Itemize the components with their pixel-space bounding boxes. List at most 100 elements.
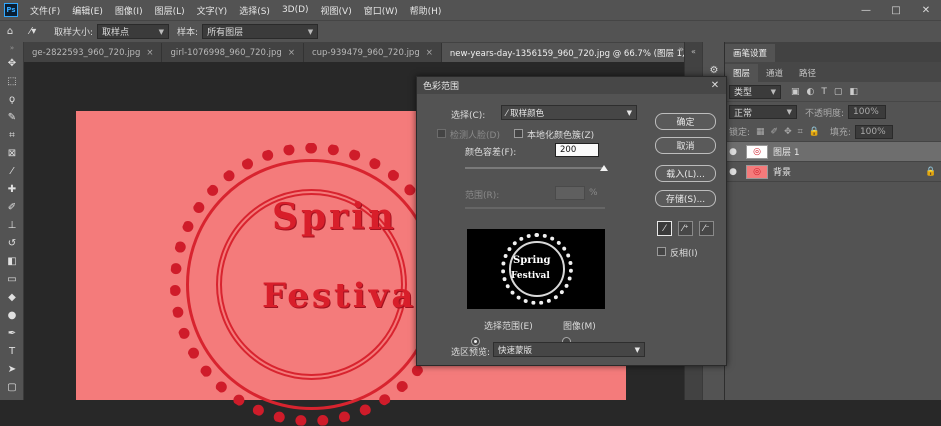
document-tabs: ge-2822593_960_720.jpg × girl-1076998_96…: [24, 42, 754, 62]
sample-value: 所有图层: [207, 28, 244, 38]
eyedropper-tool-icon[interactable]: ⁄: [0, 162, 24, 180]
lock-icons[interactable]: ▦✐✥⌗🔒: [756, 127, 826, 137]
photoshop-logo: Ps: [4, 3, 18, 17]
localized-color-clusters-checkbox[interactable]: [514, 129, 523, 138]
close-icon[interactable]: ✕: [704, 77, 726, 94]
range-slider-track[interactable]: [465, 207, 605, 209]
doc-tab[interactable]: cup-939479_960_720.jpg ×: [303, 43, 442, 62]
pen-tool-icon[interactable]: ✒: [0, 324, 24, 342]
ok-button[interactable]: 确定: [655, 113, 716, 130]
eyedropper-preset-icon[interactable]: ⁄▾: [20, 26, 46, 37]
shape-tool-icon[interactable]: ▢: [0, 378, 24, 396]
menu-window[interactable]: 窗口(W): [358, 4, 404, 17]
close-icon[interactable]: ×: [146, 48, 153, 58]
visibility-eye-icon[interactable]: ●: [725, 147, 741, 157]
menu-bar: Ps 文件(F) 编辑(E) 图像(I) 图层(L) 文字(Y) 选择(S) 3…: [0, 0, 941, 20]
blend-mode-select[interactable]: 正常 ▼: [729, 105, 797, 119]
save-button[interactable]: 存储(S)...: [655, 190, 716, 207]
menu-file[interactable]: 文件(F): [24, 4, 66, 17]
frame-tool-icon[interactable]: ⊠: [0, 144, 24, 162]
fuzziness-input[interactable]: 200: [555, 143, 599, 157]
maximize-button[interactable]: □: [881, 0, 911, 20]
layer-filter-select[interactable]: 类型 ▼: [729, 84, 781, 99]
eyedropper-plus-icon[interactable]: ⁄⁺: [678, 221, 693, 236]
detect-faces-checkbox[interactable]: [437, 129, 446, 138]
sample-select[interactable]: 所有图层 ▼: [202, 24, 319, 39]
sample-label: 样本:: [177, 28, 199, 38]
lock-row: 锁定: ▦✐✥⌗🔒 填充: 100%: [725, 122, 941, 142]
localized-color-clusters-label: 本地化颜色簇(Z): [527, 131, 595, 141]
selection-preview-select[interactable]: 快速蒙版 ▼: [493, 342, 645, 357]
layer-filter-row: 类型 ▼ ▣◐T▢◧: [725, 82, 941, 102]
sample-size-value: 取样点: [102, 28, 130, 38]
eraser-tool-icon[interactable]: ◧: [0, 252, 24, 270]
menu-image[interactable]: 图像(I): [109, 4, 149, 17]
close-icon[interactable]: ×: [426, 48, 433, 58]
home-icon[interactable]: ⌂: [0, 26, 20, 37]
layer-row[interactable]: ● ◎ 图层 1: [725, 142, 941, 162]
collapse-icon[interactable]: «: [685, 47, 702, 56]
select-value: ⁄ 取样颜色: [506, 107, 544, 119]
minimize-button[interactable]: —: [851, 0, 881, 20]
marquee-tool-icon[interactable]: ⬚: [0, 72, 24, 90]
close-window-button[interactable]: ✕: [911, 0, 941, 20]
menu-view[interactable]: 视图(V): [315, 4, 358, 17]
move-tool-icon[interactable]: ✥: [0, 54, 24, 72]
close-icon[interactable]: ×: [288, 48, 295, 58]
path-select-tool-icon[interactable]: ➤: [0, 360, 24, 378]
filter-icons[interactable]: ▣◐T▢◧: [791, 87, 865, 97]
art-word-spring: Sprin: [272, 196, 397, 238]
cancel-button[interactable]: 取消: [655, 137, 716, 154]
visibility-eye-icon[interactable]: ●: [725, 167, 741, 177]
tab-layers[interactable]: 图层: [725, 64, 759, 82]
doc-tab-label: cup-939479_960_720.jpg: [311, 47, 420, 58]
menu-3d[interactable]: 3D(D): [276, 5, 315, 15]
fuzziness-slider-track[interactable]: [465, 167, 605, 169]
menu-type[interactable]: 文字(Y): [191, 4, 234, 17]
fill-input[interactable]: 100%: [854, 124, 893, 139]
invert-checkbox[interactable]: [657, 247, 666, 256]
clone-stamp-tool-icon[interactable]: ⊥: [0, 216, 24, 234]
select-value-text: 取样颜色: [510, 108, 545, 119]
tab-paths[interactable]: 路径: [791, 64, 824, 82]
radio-image-label: 图像(M): [563, 322, 596, 332]
selection-preview-label: 选区预览:: [451, 348, 491, 358]
menu-select[interactable]: 选择(S): [233, 4, 276, 17]
fuzziness-label: 颜色容差(F):: [465, 148, 517, 158]
tab-channels[interactable]: 通道: [758, 64, 791, 82]
history-brush-tool-icon[interactable]: ↺: [0, 234, 24, 252]
brush-tool-icon[interactable]: ✐: [0, 198, 24, 216]
layer-row[interactable]: ● ◎ 背景 🔒: [725, 162, 941, 182]
menu-layer[interactable]: 图层(L): [149, 4, 191, 17]
options-bar: ⌂ ⁄▾ 取样大小: 取样点 ▼ 样本: 所有图层 ▼: [0, 20, 941, 42]
chevron-down-icon: ▼: [786, 108, 792, 116]
range-unit: %: [589, 188, 598, 198]
type-tool-icon[interactable]: T: [0, 342, 24, 360]
menu-help[interactable]: 帮助(H): [404, 4, 448, 17]
fuzziness-slider-thumb[interactable]: [600, 165, 608, 171]
crop-tool-icon[interactable]: ⌗: [0, 126, 24, 144]
chevron-down-icon: ▼: [770, 87, 776, 96]
art-word-festival: Festiva: [262, 276, 417, 316]
gradient-tool-icon[interactable]: ▭: [0, 270, 24, 288]
opacity-input[interactable]: 100%: [848, 105, 887, 119]
collapse-icon[interactable]: »: [0, 42, 24, 54]
sample-size-select[interactable]: 取样点 ▼: [97, 24, 170, 39]
range-input[interactable]: [555, 186, 585, 200]
preview-word-festival: Festival: [511, 271, 550, 281]
chevron-down-icon: ▼: [307, 27, 314, 36]
doc-tab[interactable]: ge-2822593_960_720.jpg ×: [24, 43, 163, 62]
menu-edit[interactable]: 编辑(E): [66, 4, 109, 17]
doc-tab[interactable]: girl-1076998_960_720.jpg ×: [162, 43, 304, 62]
healing-brush-tool-icon[interactable]: ✚: [0, 180, 24, 198]
layers-panel: 画笔设置 图层 通道 路径 类型 ▼ ▣◐T▢◧ 正常 ▼ 不透明度: 100%…: [724, 42, 941, 400]
lasso-tool-icon[interactable]: ϙ: [0, 90, 24, 108]
blur-tool-icon[interactable]: ◆: [0, 288, 24, 306]
load-button[interactable]: 载入(L)...: [655, 165, 716, 182]
select-dropdown[interactable]: ⁄ 取样颜色 ▼: [501, 105, 637, 120]
eyedropper-icon[interactable]: ⁄: [657, 221, 672, 236]
eyedropper-minus-icon[interactable]: ⁄⁻: [699, 221, 714, 236]
dodge-tool-icon[interactable]: ●: [0, 306, 24, 324]
tab-brush-settings[interactable]: 画笔设置: [725, 44, 776, 62]
quick-select-tool-icon[interactable]: ✎: [0, 108, 24, 126]
